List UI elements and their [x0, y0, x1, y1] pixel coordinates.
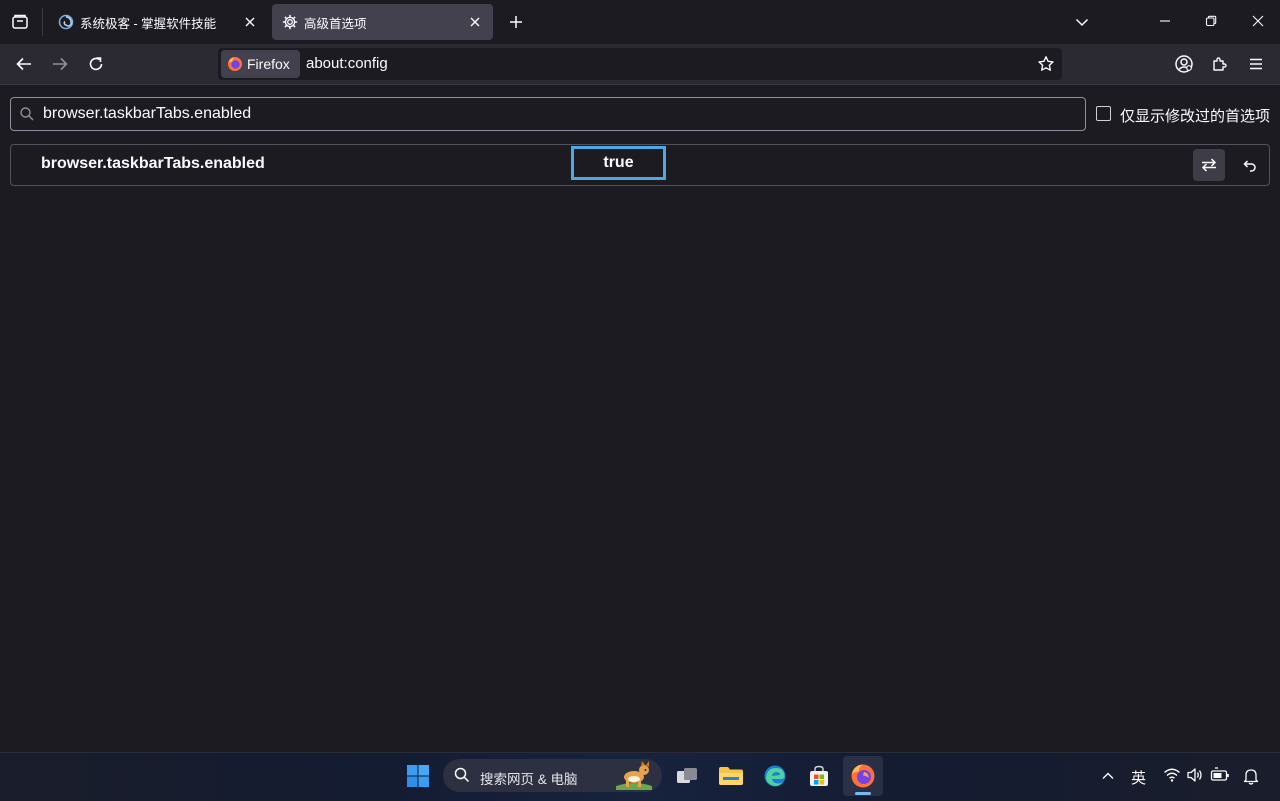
puzzle-icon	[1211, 55, 1229, 73]
tab-title: 系统极客 - 掌握软件技能	[80, 16, 217, 31]
wifi-icon[interactable]	[1163, 767, 1181, 783]
undo-icon	[1241, 157, 1257, 173]
close-tab-icon[interactable]	[467, 14, 483, 30]
forward-button[interactable]	[44, 48, 76, 80]
list-all-tabs-button[interactable]	[1068, 8, 1096, 36]
minimize-icon	[1159, 15, 1171, 27]
site-swirl-icon	[58, 14, 74, 30]
firefox-taskbar-button[interactable]	[843, 756, 883, 796]
close-icon	[1252, 15, 1264, 27]
chevron-up-icon	[1101, 769, 1115, 783]
start-icon	[406, 764, 430, 788]
chevron-down-icon	[1074, 14, 1090, 30]
reload-button[interactable]	[80, 48, 112, 80]
show-modified-label[interactable]: 仅显示修改过的首选项	[1120, 105, 1270, 126]
store-icon	[807, 764, 831, 788]
show-hidden-icons-button[interactable]	[1096, 764, 1120, 788]
edge-icon	[763, 764, 787, 788]
app-menu-button[interactable]	[1240, 48, 1272, 80]
hamburger-menu-icon	[1248, 56, 1264, 72]
search-icon	[454, 767, 470, 783]
task-view-icon	[675, 764, 699, 788]
show-modified-checkbox[interactable]	[1096, 106, 1111, 121]
firefox-view-button[interactable]	[6, 8, 34, 36]
extensions-button[interactable]	[1204, 48, 1236, 80]
restore-icon	[1205, 15, 1217, 27]
notification-bell-icon[interactable]	[1243, 767, 1259, 785]
arrow-right-icon	[51, 55, 69, 73]
file-explorer-icon	[718, 764, 744, 788]
tab-separator	[42, 8, 43, 36]
pref-search-value[interactable]: browser.taskbarTabs.enabled	[43, 105, 251, 123]
pref-value: true	[603, 154, 634, 171]
search-icon	[19, 106, 35, 122]
gear-icon	[282, 14, 298, 30]
reload-icon	[87, 55, 105, 73]
task-view-button[interactable]	[671, 760, 703, 792]
toggle-pref-button[interactable]	[1193, 149, 1225, 181]
account-icon	[1174, 54, 1194, 74]
restore-button[interactable]	[1196, 6, 1226, 36]
identity-box[interactable]: Firefox	[221, 50, 300, 78]
pref-value-cell[interactable]: true	[571, 146, 666, 180]
file-explorer-button[interactable]	[715, 760, 747, 792]
back-button[interactable]	[8, 48, 40, 80]
arrow-left-icon	[15, 55, 33, 73]
close-window-button[interactable]	[1243, 6, 1273, 36]
start-button[interactable]	[402, 760, 434, 792]
search-highlight-dog-icon	[614, 760, 654, 790]
firefox-icon	[850, 763, 876, 789]
pref-name: browser.taskbarTabs.enabled	[41, 155, 265, 172]
toggle-arrows-icon	[1200, 156, 1218, 174]
account-button[interactable]	[1168, 48, 1200, 80]
battery-icon[interactable]	[1210, 767, 1230, 783]
plus-icon	[508, 14, 524, 30]
tab-config[interactable]: 高级首选项	[272, 4, 493, 40]
volume-icon[interactable]	[1186, 767, 1204, 783]
active-app-indicator	[855, 792, 871, 795]
firefox-view-icon	[11, 13, 29, 31]
input-method-indicator[interactable]: 英	[1131, 767, 1146, 788]
reset-pref-button[interactable]	[1233, 149, 1265, 181]
edge-button[interactable]	[759, 760, 791, 792]
identity-label: Firefox	[247, 56, 290, 72]
star-icon	[1037, 55, 1055, 73]
tab-title: 高级首选项	[304, 16, 367, 31]
close-tab-icon[interactable]	[242, 14, 258, 30]
bookmark-star-button[interactable]	[1032, 50, 1060, 78]
firefox-logo-icon	[227, 56, 243, 72]
new-tab-button[interactable]	[502, 8, 530, 36]
url-text[interactable]: about:config	[306, 55, 388, 72]
tab-site[interactable]: 系统极客 - 掌握软件技能	[48, 4, 268, 40]
minimize-button[interactable]	[1150, 6, 1180, 36]
taskbar-search-placeholder: 搜索网页 & 电脑	[480, 772, 578, 787]
store-button[interactable]	[803, 760, 835, 792]
